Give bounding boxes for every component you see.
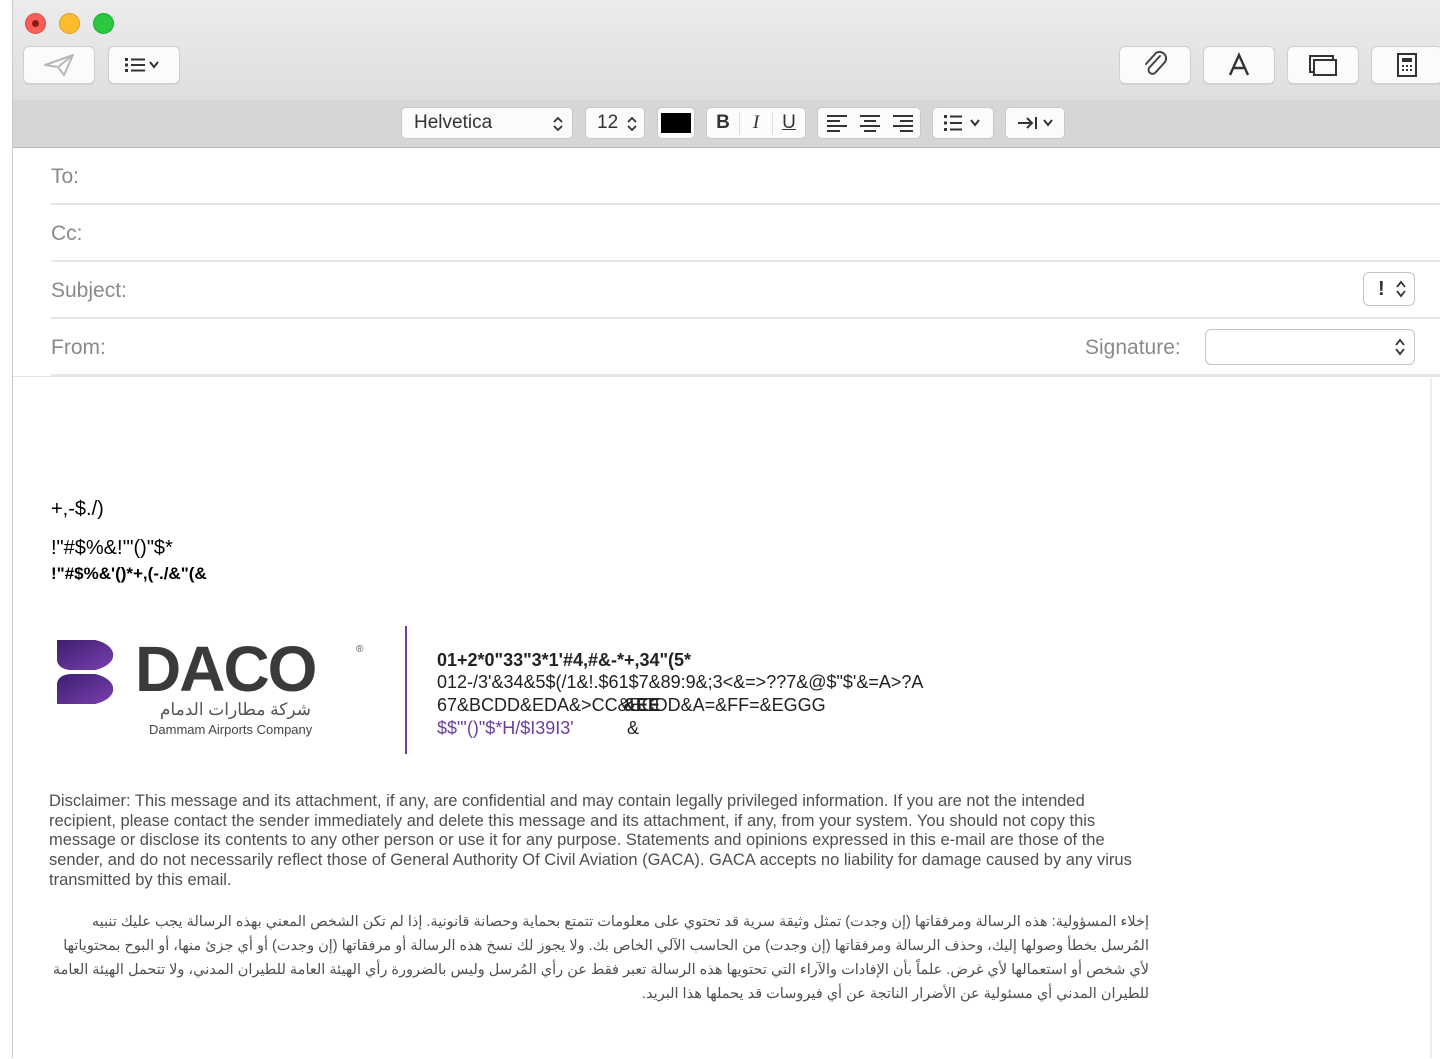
sig-line-4-link[interactable]: $$"'()"$*H/$I39I3' bbox=[437, 718, 574, 739]
font-size-value: 12 bbox=[597, 112, 619, 133]
close-window-button[interactable] bbox=[25, 13, 46, 34]
minimize-window-button[interactable] bbox=[59, 13, 80, 34]
from-row: From: Signature: bbox=[51, 319, 1440, 376]
disclaimer-english: Disclaimer: This message and its attachm… bbox=[49, 792, 1132, 889]
bold-button[interactable]: B bbox=[707, 112, 739, 134]
italic-button[interactable]: I bbox=[739, 112, 772, 134]
text-style-group: B I U bbox=[706, 107, 806, 139]
signature-select[interactable] bbox=[1205, 329, 1415, 365]
daco-logo-mark bbox=[57, 640, 114, 704]
indent-icon bbox=[1018, 117, 1053, 129]
color-swatch bbox=[661, 113, 691, 133]
subject-row[interactable]: Subject: ! bbox=[51, 262, 1440, 319]
sig-line-3-overlap: &EE bbox=[623, 695, 661, 715]
align-center-icon[interactable] bbox=[858, 113, 882, 133]
font-family-select[interactable]: Helvetica bbox=[401, 107, 573, 139]
stepper-icon bbox=[553, 116, 563, 132]
font-family-value: Helvetica bbox=[414, 112, 493, 133]
priority-select[interactable]: ! bbox=[1363, 272, 1415, 306]
cc-label: Cc: bbox=[51, 222, 83, 245]
cc-row[interactable]: Cc: bbox=[51, 205, 1440, 262]
body-scrollbar[interactable] bbox=[1430, 378, 1432, 1058]
sig-line-4-amp: & bbox=[627, 718, 640, 738]
daco-logo-english: Dammam Airports Company bbox=[149, 722, 313, 737]
signature-divider bbox=[405, 626, 407, 754]
calculator-icon bbox=[1397, 53, 1417, 77]
sig-line-2: 012-/3'&34&5$(/1&!.$61$7&89:9&;3<&=>??7&… bbox=[437, 672, 924, 692]
underline-button[interactable]: U bbox=[772, 112, 805, 134]
zoom-window-button[interactable] bbox=[93, 13, 114, 34]
list-style-select[interactable] bbox=[932, 107, 994, 139]
send-icon bbox=[44, 54, 74, 76]
font-size-select[interactable]: 12 bbox=[585, 107, 645, 139]
signature-label: Signature: bbox=[1085, 336, 1181, 359]
text-color-button[interactable] bbox=[657, 107, 695, 139]
attach-button[interactable] bbox=[1119, 46, 1191, 84]
body-line-2: !"#$%&!'"()"$* bbox=[51, 537, 173, 559]
daco-logo-arabic: شركة مطارات الدمام bbox=[159, 700, 311, 719]
daco-logo-text: DACO bbox=[135, 633, 317, 705]
indent-select[interactable] bbox=[1005, 107, 1065, 139]
bullet-list-icon bbox=[944, 115, 980, 131]
mail-compose-window: Helvetica 12 B I U To: Cc: Subject: ! Fr… bbox=[12, 0, 1440, 1058]
send-button[interactable] bbox=[23, 46, 95, 84]
priority-value: ! bbox=[1378, 277, 1385, 300]
body-line-3: !"#$%&'()*+,(-./&"(& bbox=[51, 564, 207, 583]
sig-line-1: 01+2*0"33"3*1'#4,#&-*+,34"(5* bbox=[437, 650, 692, 670]
title-toolbar bbox=[13, 0, 1440, 100]
registered-mark: ® bbox=[356, 644, 364, 655]
format-bar: Helvetica 12 B I U bbox=[13, 100, 1440, 148]
fonts-button[interactable] bbox=[1203, 46, 1275, 84]
window-icon bbox=[1309, 55, 1337, 76]
stepper-icon bbox=[1395, 280, 1406, 298]
subject-label: Subject: bbox=[51, 279, 127, 302]
stepper-icon bbox=[1395, 338, 1405, 356]
body-line-1: +,-$./) bbox=[51, 498, 104, 520]
alignment-group bbox=[817, 107, 921, 139]
align-right-icon[interactable] bbox=[891, 113, 915, 133]
align-left-icon[interactable] bbox=[825, 113, 849, 133]
signature-block: DACO ® شركة مطارات الدمام Dammam Airport… bbox=[53, 626, 1253, 756]
font-icon bbox=[1228, 52, 1250, 76]
stationery-button[interactable] bbox=[1371, 46, 1440, 84]
list-format-icon bbox=[125, 58, 159, 72]
photo-browser-button[interactable] bbox=[1287, 46, 1359, 84]
stepper-icon bbox=[627, 116, 637, 132]
list-format-button[interactable] bbox=[108, 46, 180, 84]
to-label: To: bbox=[51, 165, 80, 188]
attachment-icon bbox=[1145, 50, 1168, 75]
to-row[interactable]: To: bbox=[51, 148, 1440, 205]
disclaimer-arabic: إخلاء المسؤولية: هذه الرسالة ومرفقاتها (… bbox=[52, 914, 1149, 1002]
from-label: From: bbox=[51, 336, 106, 359]
